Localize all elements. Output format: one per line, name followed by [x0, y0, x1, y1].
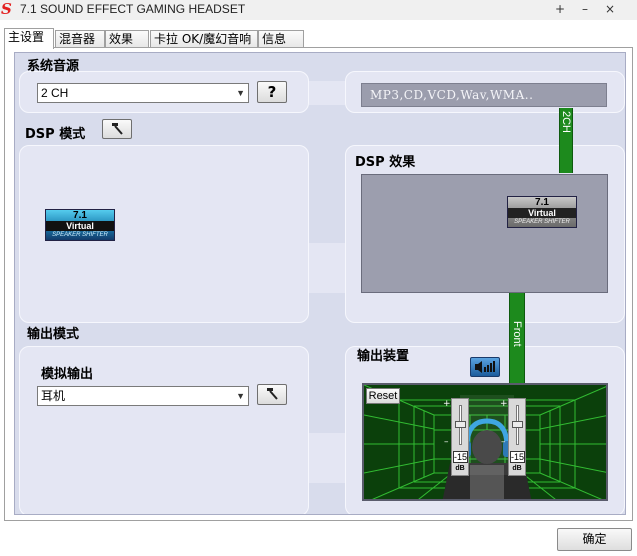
dsp-mode-settings-button[interactable] [102, 119, 132, 139]
system-source-label: 系统音源 [27, 59, 80, 74]
dsp-mode-label: DSP 模式 [25, 127, 86, 142]
tab-info[interactable]: 信息 [258, 30, 304, 48]
connector-bottom [309, 433, 345, 483]
right-volume-value[interactable]: -15 [510, 451, 525, 463]
tab-karaoke[interactable]: 卡拉 OK/魔幻音响 [150, 30, 258, 48]
left-volume-control: + – -15 dB [443, 398, 469, 476]
left-volume-unit: dB [455, 465, 465, 472]
hammer-icon [112, 123, 123, 135]
supported-formats-display: MP3,CD,VCD,Wav,WMA.. [361, 83, 607, 107]
output-mode-value: 耳机 [41, 389, 66, 403]
app-logo-icon: S [1, 0, 12, 18]
connector-middle [309, 243, 345, 293]
ok-button[interactable]: 确定 [557, 528, 632, 551]
tab-mixer[interactable]: 混音器 [55, 30, 105, 48]
minus-icon: – [444, 437, 449, 447]
virtual-speaker-logo-gray-icon: 7.1 Virtual SPEAKER SHIFTER [507, 196, 577, 228]
right-volume-unit: dB [512, 465, 522, 472]
hammer-icon [267, 388, 278, 400]
tab-effects[interactable]: 效果 [105, 30, 149, 48]
grid-room-graphic [364, 385, 606, 499]
front-tag: Front [511, 321, 523, 347]
channel-connector: 2CH [559, 108, 573, 173]
left-volume-value[interactable]: -15 [453, 451, 468, 463]
pin-icon[interactable]: + [549, 1, 571, 17]
window-title: 7.1 SOUND EFFECT GAMING HEADSET [20, 2, 246, 16]
output-mode-select[interactable]: 耳机 ▼ [37, 386, 249, 406]
virtual-speaker-logo-icon: 7.1 Virtual SPEAKER SHIFTER [45, 209, 115, 241]
chevron-down-icon: ▼ [236, 88, 245, 98]
settings-panel: 系统音源 2 CH ▼ ? MP3,CD,VCD,Wav,WMA.. 2CH D… [14, 52, 626, 515]
speaker-volume-icon [475, 361, 495, 373]
plus-icon: + [443, 399, 451, 409]
output-mode-settings-button[interactable] [257, 384, 287, 405]
front-connector: Front [509, 293, 525, 383]
speaker-test-button[interactable] [470, 357, 500, 377]
right-volume-control: + – -15 dB [500, 398, 526, 476]
system-source-value: 2 CH [41, 86, 69, 100]
analog-output-label: 模拟输出 [41, 367, 94, 382]
main-tab-page: 系统音源 2 CH ▼ ? MP3,CD,VCD,Wav,WMA.. 2CH D… [4, 47, 633, 521]
plus-icon: + [500, 399, 508, 409]
minimize-icon[interactable]: – [574, 1, 596, 17]
right-volume-slider[interactable] [512, 421, 523, 428]
connector-top [309, 81, 345, 105]
output-device-label: 输出装置 [357, 349, 410, 364]
tab-main-settings[interactable]: 主设置 [4, 28, 54, 49]
system-source-select[interactable]: 2 CH ▼ [37, 83, 249, 103]
dsp-effect-label: DSP 效果 [355, 155, 416, 170]
output-mode-label: 输出模式 [27, 327, 80, 342]
minus-icon: – [501, 437, 506, 447]
chevron-down-icon: ▼ [236, 391, 245, 401]
channel-tag: 2CH [560, 111, 572, 134]
help-button[interactable]: ? [257, 81, 287, 103]
output-device-scene: Reset + – -15 dB + – -15 dB [362, 383, 608, 501]
left-volume-slider[interactable] [455, 421, 466, 428]
dsp-effect-display: 7.1 Virtual SPEAKER SHIFTER [361, 174, 608, 293]
reset-button[interactable]: Reset [366, 388, 400, 404]
close-icon[interactable]: × [599, 1, 621, 17]
title-bar: S 7.1 SOUND EFFECT GAMING HEADSET + – × [0, 0, 637, 20]
